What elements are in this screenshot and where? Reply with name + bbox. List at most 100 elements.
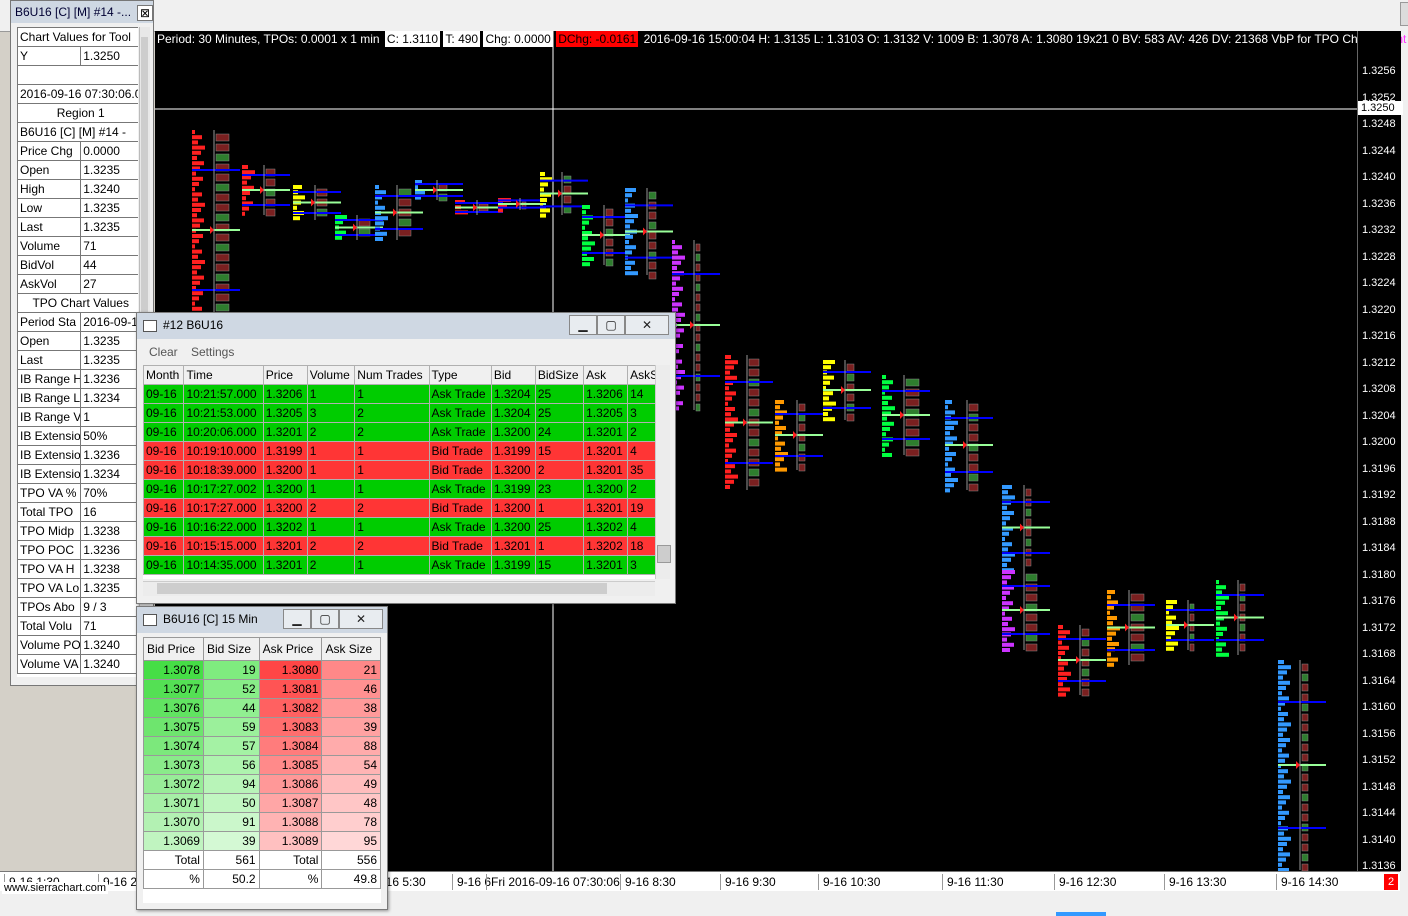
tpo-profile[interactable] xyxy=(823,360,871,422)
tpo-letter-block xyxy=(192,249,202,254)
tpo-profile[interactable] xyxy=(1107,590,1155,667)
tpo-profile[interactable] xyxy=(242,165,290,217)
tpo-profile[interactable] xyxy=(192,130,240,332)
trade-row[interactable]: 09-16 10:15:15.000 1.3201 2 2 Bid Trade 1.3201… xyxy=(143,536,655,556)
tpo-letter-block xyxy=(945,478,958,482)
tpo-letter-block xyxy=(882,401,888,405)
tas-vscrollbar[interactable] xyxy=(655,365,671,579)
scroll-thumb[interactable] xyxy=(657,545,671,563)
tpo-profile[interactable] xyxy=(775,400,823,472)
trade-row[interactable]: 09-16 10:16:22.000 1.3202 1 1 Ask Trade 1.3200… xyxy=(143,517,655,537)
column-header[interactable]: Ask Price xyxy=(258,637,323,661)
tpo-profile[interactable] xyxy=(625,188,673,280)
tpo-profile[interactable] xyxy=(582,205,630,267)
column-header[interactable]: Ask xyxy=(583,365,629,385)
price-scale[interactable]: 1.3256 1.3252 1.3248 1.3244 1.3240 1.3236 1.32… xyxy=(1357,31,1403,872)
depth-row[interactable]: 1.3072 94 1.3086 49 xyxy=(143,774,381,794)
close-button[interactable]: ✕ xyxy=(625,315,669,335)
depth-row[interactable]: 1.3070 91 1.3088 78 xyxy=(143,812,381,832)
tpo-letter-block xyxy=(1107,610,1110,615)
time-and-sales-window[interactable]: #12 B6U16 ▁ ▢ ✕ Clear Settings Month Time… xyxy=(136,312,676,604)
tpo-profile[interactable] xyxy=(1002,485,1050,573)
scroll-thumb[interactable] xyxy=(157,583,607,594)
tpo-profile[interactable] xyxy=(455,200,503,215)
column-header[interactable]: Bid Price xyxy=(143,637,204,661)
tpo-profile[interactable] xyxy=(1166,600,1214,652)
depth-row[interactable]: 1.3075 59 1.3083 39 xyxy=(143,717,381,737)
column-header[interactable]: Ask Size xyxy=(321,637,381,661)
tpo-letter-block xyxy=(1002,557,1011,562)
trade-row[interactable]: 09-16 10:21:57.000 1.3206 1 1 Ask Trade 1.3204… xyxy=(143,384,655,404)
tpo-letter-block xyxy=(1002,622,1008,626)
depth-row[interactable]: 1.3074 57 1.3084 88 xyxy=(143,736,381,756)
tpo-profile[interactable] xyxy=(540,172,588,218)
tpo-profile[interactable] xyxy=(882,375,930,457)
minimize-button[interactable]: ▁ xyxy=(569,315,597,335)
trade-row[interactable]: 09-16 10:17:27.002 1.3200 1 1 Ask Trade 1.3199… xyxy=(143,479,655,499)
trade-row[interactable]: 09-16 10:14:35.000 1.3201 2 1 Ask Trade 1.3199… xyxy=(143,555,655,575)
trade-row[interactable]: 09-16 10:18:39.000 1.3200 1 1 Bid Trade 1.3200… xyxy=(143,460,655,480)
maximize-button[interactable]: ▢ xyxy=(311,609,339,629)
column-header[interactable]: Month xyxy=(143,365,185,385)
minimize-button[interactable]: ▁ xyxy=(283,609,311,629)
tpo-profile[interactable] xyxy=(498,198,546,213)
column-header[interactable]: Price xyxy=(262,365,308,385)
time-tick-label: 9-16 14:30 xyxy=(1276,874,1338,890)
trade-row[interactable]: 09-16 10:20:06.000 1.3201 2 2 Ask Trade 1.3200… xyxy=(143,422,655,442)
trade-cell: 1 xyxy=(306,460,356,480)
column-header[interactable]: Bid xyxy=(490,365,536,385)
tpo-profile[interactable] xyxy=(672,240,720,412)
chart-values-window[interactable]: B6U16 [C] [M] #14 -... ⊠ Chart Values fo… xyxy=(10,0,154,686)
depth-row[interactable]: 1.3076 44 1.3082 38 xyxy=(143,698,381,718)
tpo-letter-block xyxy=(1278,779,1291,784)
market-depth-window[interactable]: B6U16 [C] 15 Min ▁ ▢ ✕ Bid Price Bid Size… xyxy=(136,606,388,910)
volume-profile-bar xyxy=(648,261,657,270)
menu-clear[interactable]: Clear xyxy=(149,345,178,359)
menu-settings[interactable]: Settings xyxy=(191,345,234,359)
tpo-profile[interactable] xyxy=(293,185,341,221)
column-header[interactable]: AskS xyxy=(627,365,655,385)
tpo-profile[interactable] xyxy=(1278,660,1326,871)
tpo-letter-block xyxy=(945,446,949,451)
tas-titlebar[interactable]: #12 B6U16 ▁ ▢ ✕ xyxy=(137,313,675,339)
trade-row[interactable]: 09-16 10:17:27.000 1.3200 2 2 Bid Trade 1.3200… xyxy=(143,498,655,518)
tpo-letter-block xyxy=(882,380,893,385)
tpo-letter-block xyxy=(775,467,787,472)
volume-profile-bar xyxy=(748,478,760,487)
column-header[interactable]: Num Trades xyxy=(354,365,430,385)
depth-row[interactable]: 1.3077 52 1.3081 46 xyxy=(143,679,381,699)
tpo-letter-block xyxy=(582,257,594,261)
depth-row[interactable]: 1.3078 19 1.3080 21 xyxy=(143,660,381,680)
tpo-profile[interactable] xyxy=(1058,625,1106,697)
tpo-profile[interactable] xyxy=(945,400,993,493)
dom-titlebar[interactable]: B6U16 [C] 15 Min ▁ ▢ ✕ xyxy=(137,607,387,633)
tpo-profile[interactable] xyxy=(415,180,463,202)
column-header[interactable]: BidSize xyxy=(534,365,585,385)
column-header[interactable]: Type xyxy=(428,365,492,385)
tpo-letter-block xyxy=(1002,642,1014,647)
tpo-letter-block xyxy=(1278,831,1284,836)
tpo-profile[interactable] xyxy=(725,355,773,490)
chart-values-titlebar[interactable]: B6U16 [C] [M] #14 -... ⊠ xyxy=(11,1,153,23)
close-icon[interactable]: ⊠ xyxy=(137,5,153,21)
tpo-profile[interactable] xyxy=(1002,570,1050,652)
tpo-profile[interactable] xyxy=(1216,580,1264,657)
maximize-button[interactable]: ▢ xyxy=(597,315,625,335)
depth-row[interactable]: 1.3071 50 1.3087 48 xyxy=(143,793,381,813)
tpo-letter-block xyxy=(775,400,784,404)
tpo-letter-block xyxy=(1216,611,1228,616)
scroll-thumb[interactable] xyxy=(1056,912,1106,916)
axis-badge[interactable]: 2 xyxy=(1384,874,1398,890)
column-header[interactable]: Bid Size xyxy=(202,637,260,661)
depth-row[interactable]: 1.3073 56 1.3085 54 xyxy=(143,755,381,775)
column-header[interactable]: Volume xyxy=(306,365,356,385)
trade-row[interactable]: 09-16 10:21:53.000 1.3205 3 2 Ask Trade 1.3204… xyxy=(143,403,655,423)
tas-hscrollbar[interactable] xyxy=(143,581,655,596)
depth-row[interactable]: 1.3069 39 1.3089 95 xyxy=(143,831,381,851)
column-header[interactable]: Time xyxy=(183,365,264,385)
close-button[interactable]: ✕ xyxy=(339,609,383,629)
scroll-up-button[interactable] xyxy=(1400,2,1408,26)
price-tick-label: 1.3188 xyxy=(1362,515,1396,528)
volume-profile-bar xyxy=(605,208,614,217)
trade-row[interactable]: 09-16 10:19:10.000 1.3199 1 1 Bid Trade 1.3199… xyxy=(143,441,655,461)
